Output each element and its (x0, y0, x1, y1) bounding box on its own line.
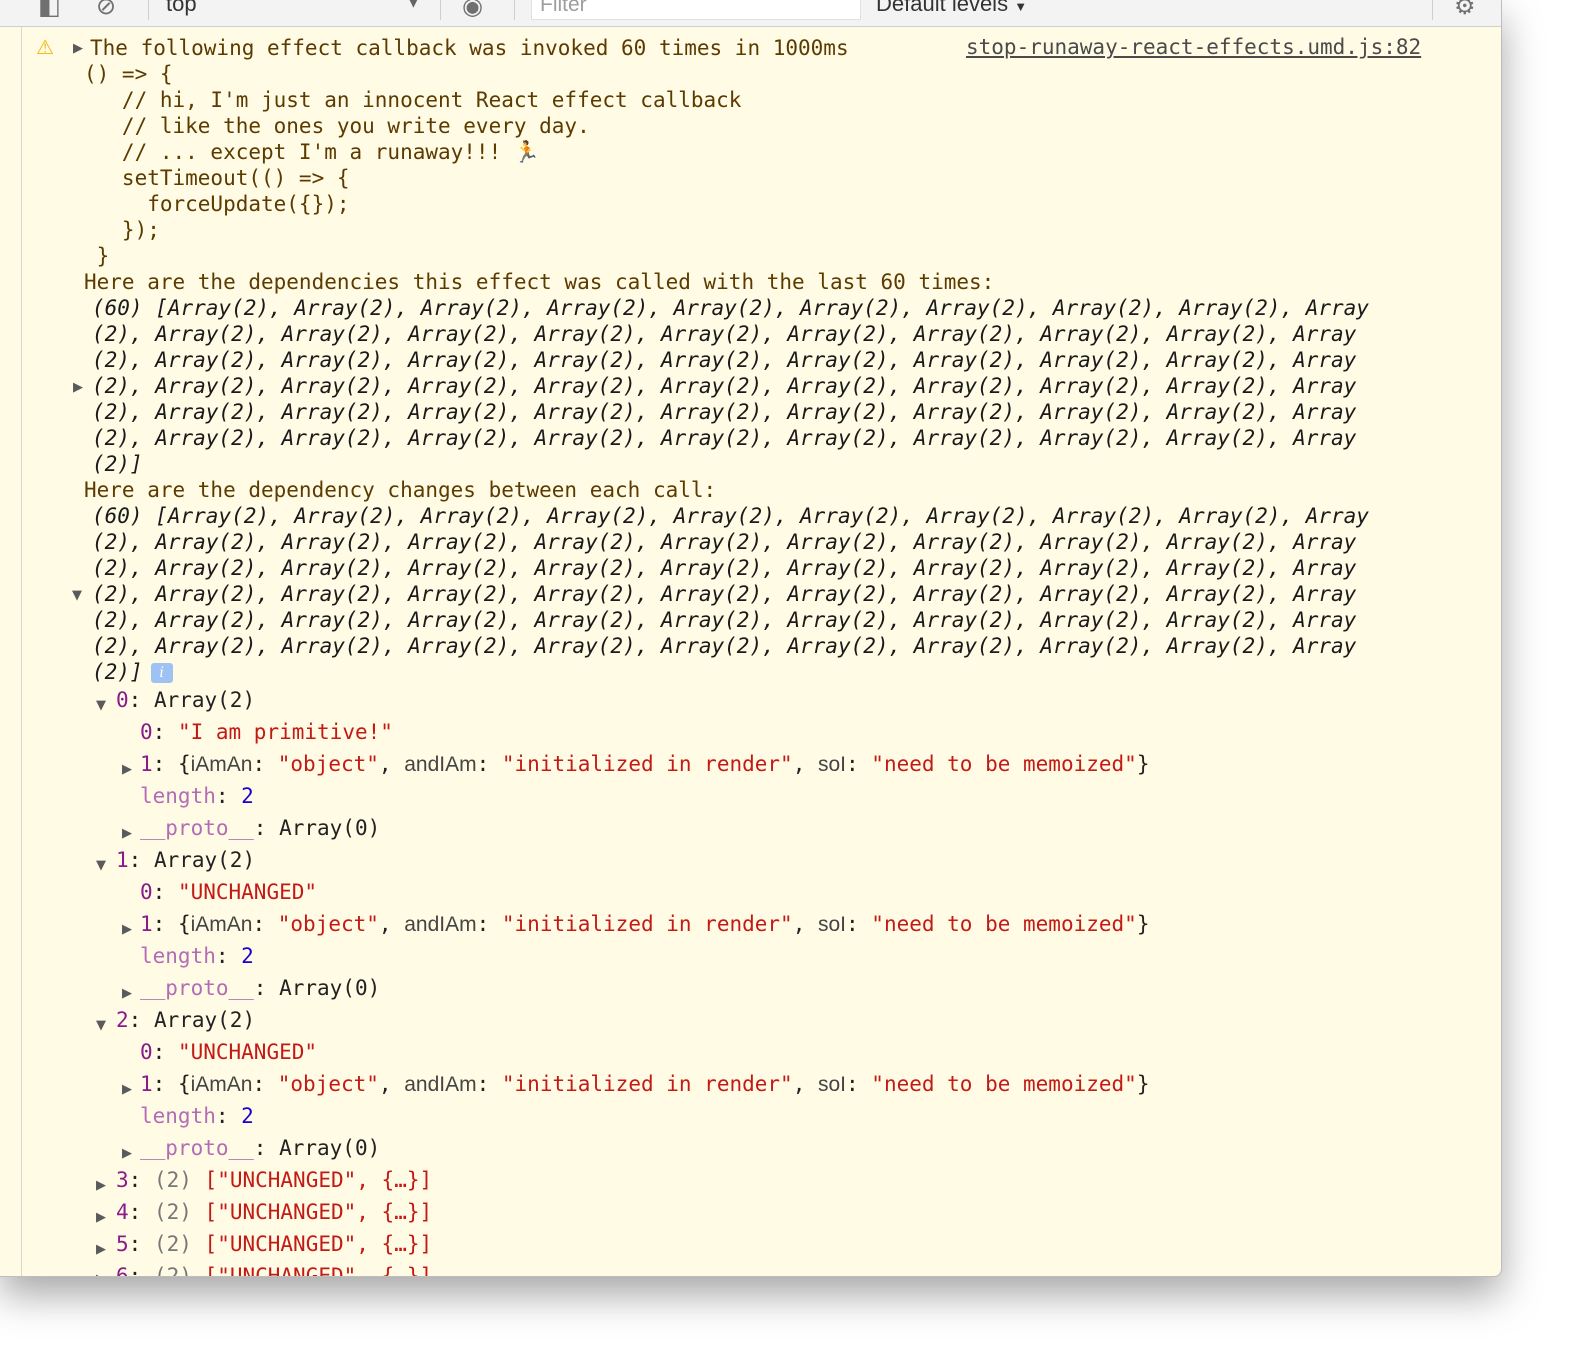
tree-prop-0: 0: "UNCHANGED" (140, 1040, 318, 1064)
tree-entry-6[interactable]: 6: (2) ["UNCHANGED", {…}] (116, 1260, 432, 1276)
code-line: forceUpdate({}); (84, 192, 350, 216)
changes-array-line: (60) [Array(2), Array(2), Array(2), Arra… (92, 504, 1369, 528)
changes-array-line: (2), Array(2), Array(2), Array(2), Array… (92, 530, 1357, 554)
tree-value: "I am primitive!" (177, 720, 393, 744)
tree-length: length: 2 (140, 784, 254, 808)
chevron-down-icon: ▼ (1014, 0, 1028, 14)
expand-triangle-icon[interactable]: ▶ (122, 826, 132, 841)
tree-index: 2 (116, 1008, 129, 1032)
toolbar-divider (514, 0, 515, 20)
tree-entry-5[interactable]: 5: (2) ["UNCHANGED", {…}] (116, 1228, 432, 1260)
tree-type: Array(2) (153, 848, 256, 872)
toolbar-divider (440, 0, 441, 20)
tree-object-preview[interactable]: 1: {iAmAn: "object", andIAm: "initialize… (140, 908, 1149, 941)
tree-object-preview[interactable]: 1: {iAmAn: "object", andIAm: "initialize… (140, 748, 1149, 781)
dependencies-array-line: (2), Array(2), Array(2), Array(2), Array… (92, 374, 1357, 398)
tree-entry-0[interactable]: 0: Array(2) (116, 684, 255, 716)
dependencies-array-line: (2), Array(2), Array(2), Array(2), Array… (92, 426, 1357, 450)
gear-icon[interactable]: ⚙ (1454, 0, 1476, 20)
dependencies-array-line: (60) [Array(2), Array(2), Array(2), Arra… (92, 296, 1369, 320)
changes-array-line: (2), Array(2), Array(2), Array(2), Array… (92, 608, 1357, 632)
collapse-triangle-icon[interactable]: ▼ (96, 1018, 106, 1033)
context-selector[interactable]: top (166, 0, 197, 17)
toolbar-divider (148, 0, 149, 20)
source-link[interactable]: stop-runaway-react-effects.umd.js:82 (966, 35, 1421, 59)
tree-index: 0 (116, 688, 129, 712)
expand-triangle-icon[interactable]: ▶ (73, 41, 83, 56)
expand-triangle-icon[interactable]: ▶ (122, 762, 132, 777)
tree-entry-2[interactable]: 2: Array(2) (116, 1004, 255, 1036)
filter-input[interactable]: Filter (531, 0, 861, 20)
expand-triangle-icon[interactable]: ▶ (122, 1146, 132, 1161)
changes-array-line: (2), Array(2), Array(2), Array(2), Array… (92, 634, 1357, 658)
log-levels-label: Default levels (876, 0, 1009, 16)
expand-triangle-icon[interactable]: ▶ (122, 922, 132, 937)
tree-entry-3[interactable]: 3: (2) ["UNCHANGED", {…}] (116, 1164, 432, 1196)
tree-entry-1[interactable]: 1: Array(2) (116, 844, 255, 876)
collapse-triangle-icon[interactable]: ▼ (96, 698, 106, 713)
tree-value: "UNCHANGED" (177, 880, 318, 904)
tree-proto[interactable]: __proto__: Array(0) (140, 1132, 380, 1164)
live-expression-eye-icon[interactable]: ◉ (462, 0, 483, 20)
warning-header: The following effect callback was invoke… (90, 36, 849, 60)
tree-prop-0: 0: "I am primitive!" (140, 720, 393, 744)
expand-triangle-icon[interactable]: ▶ (96, 1272, 106, 1276)
toolbar-divider (1432, 0, 1433, 20)
sidebar-toggle-icon[interactable]: ◧ (38, 0, 61, 20)
chevron-down-icon[interactable]: ▼ (408, 0, 419, 10)
expand-triangle-icon[interactable]: ▶ (122, 1082, 132, 1097)
info-icon[interactable]: i (150, 663, 173, 683)
console-toolbar: ◧ ⊘ top ▼ ◉ Filter Default levels ▼ ⚙ (0, 0, 1501, 27)
dependencies-array-line: (2), Array(2), Array(2), Array(2), Array… (92, 400, 1357, 424)
expand-triangle-icon[interactable]: ▶ (96, 1210, 106, 1225)
changes-array-end: (2)] (92, 660, 143, 684)
tree-entry-4[interactable]: 4: (2) ["UNCHANGED", {…}] (116, 1196, 432, 1228)
dependencies-array-line: (2), Array(2), Array(2), Array(2), Array… (92, 348, 1357, 372)
expand-triangle-icon[interactable]: ▶ (96, 1178, 106, 1193)
expand-triangle-icon[interactable]: ▶ (96, 1242, 106, 1257)
log-levels-dropdown[interactable]: Default levels ▼ (876, 0, 1027, 17)
tree-index: 1 (116, 848, 129, 872)
code-line: // ... except I'm a runaway!!! 🏃 (84, 140, 541, 164)
tree-type: Array(2) (153, 688, 256, 712)
devtools-window: ◧ ⊘ top ▼ ◉ Filter Default levels ▼ ⚙ ⚠ … (0, 0, 1502, 1277)
clear-console-icon[interactable]: ⊘ (96, 0, 116, 20)
code-line: }); (84, 218, 160, 242)
expand-triangle-icon[interactable]: ▶ (73, 380, 83, 395)
tree-value: "UNCHANGED" (177, 1040, 318, 1064)
tree-type: Array(2) (153, 1008, 256, 1032)
code-line: // like the ones you write every day. (84, 114, 590, 138)
changes-array-line: (2), Array(2), Array(2), Array(2), Array… (92, 556, 1357, 580)
dependencies-array-line: (2), Array(2), Array(2), Array(2), Array… (92, 322, 1357, 346)
expand-triangle-icon[interactable]: ▶ (122, 986, 132, 1001)
code-line: () => { (84, 62, 173, 86)
warning-icon: ⚠ (36, 35, 54, 59)
tree-proto[interactable]: __proto__: Array(0) (140, 972, 380, 1004)
changes-array-line: (2), Array(2), Array(2), Array(2), Array… (92, 582, 1357, 606)
code-line: setTimeout(() => { (84, 166, 350, 190)
changes-title: Here are the dependency changes between … (84, 478, 717, 502)
tree-prop-0: 0: "UNCHANGED" (140, 880, 318, 904)
tree-object-preview[interactable]: 1: {iAmAn: "object", andIAm: "initialize… (140, 1068, 1149, 1101)
collapse-triangle-icon[interactable]: ▼ (96, 858, 106, 873)
tree-length: length: 2 (140, 944, 254, 968)
dependencies-title: Here are the dependencies this effect wa… (84, 270, 995, 294)
dependencies-array-line: (2)] (92, 452, 143, 476)
tree-length: length: 2 (140, 1104, 254, 1128)
changes-array-line: (2)] i (92, 659, 173, 685)
tree-proto[interactable]: __proto__: Array(0) (140, 812, 380, 844)
collapse-triangle-icon[interactable]: ▼ (72, 588, 82, 603)
code-line: } (84, 244, 110, 268)
code-line: // hi, I'm just an innocent React effect… (84, 88, 742, 112)
